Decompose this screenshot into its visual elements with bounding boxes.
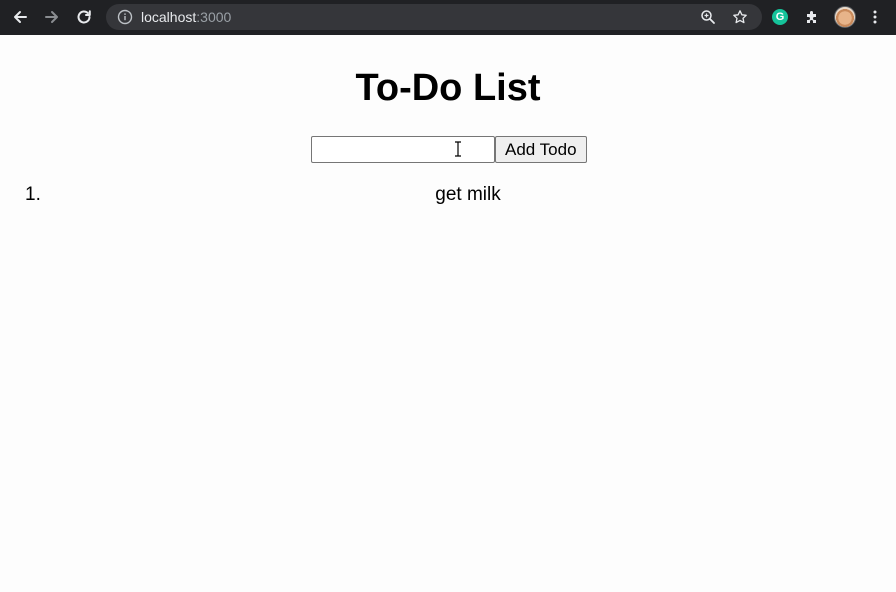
browser-toolbar: localhost:3000 G xyxy=(0,0,896,35)
grammarly-logo: G xyxy=(772,9,788,25)
add-todo-button[interactable]: Add Todo xyxy=(495,136,587,163)
back-arrow-icon[interactable] xyxy=(7,4,33,30)
zoom-icon[interactable] xyxy=(700,9,716,25)
todo-list: 1. get milk xyxy=(0,184,896,208)
list-item-text: get milk xyxy=(435,184,501,205)
text-cursor-icon xyxy=(455,141,461,157)
url-port: :3000 xyxy=(196,9,232,25)
url-text[interactable]: localhost:3000 xyxy=(141,9,231,25)
todo-input[interactable] xyxy=(311,136,495,163)
forward-arrow-icon[interactable] xyxy=(39,4,65,30)
grammarly-icon[interactable]: G xyxy=(769,6,791,28)
page-title: To-Do List xyxy=(355,67,541,109)
url-host: localhost xyxy=(141,9,197,25)
info-icon[interactable] xyxy=(117,9,133,25)
kebab-menu-icon[interactable] xyxy=(864,6,886,28)
reload-icon[interactable] xyxy=(71,4,97,30)
star-icon[interactable] xyxy=(732,9,748,25)
todo-form: Add Todo xyxy=(311,136,587,163)
avatar[interactable] xyxy=(834,6,856,28)
list-item-number: 1. xyxy=(25,184,41,205)
address-bar[interactable]: localhost:3000 xyxy=(106,4,762,30)
puzzle-icon[interactable] xyxy=(801,6,823,28)
list-item: 1. get milk xyxy=(0,184,896,208)
